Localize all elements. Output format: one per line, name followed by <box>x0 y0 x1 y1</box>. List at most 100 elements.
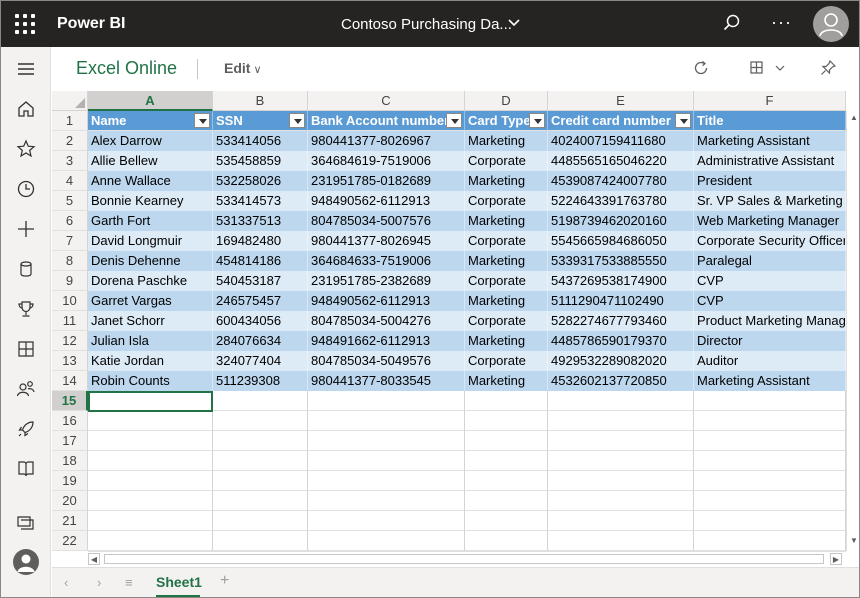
table-cell[interactable]: Denis Dehenne <box>88 251 213 271</box>
scroll-down-icon[interactable]: ▼ <box>849 536 859 546</box>
table-cell[interactable]: 364684633-7519006 <box>308 251 465 271</box>
row-header-21[interactable]: 21 <box>52 511 88 531</box>
empty-cell[interactable] <box>694 431 846 451</box>
empty-cell[interactable] <box>308 531 465 551</box>
table-cell[interactable]: Corporate <box>465 311 548 331</box>
empty-cell[interactable] <box>88 531 213 551</box>
shared-with-me-icon[interactable] <box>14 377 38 401</box>
horizontal-scrollbar[interactable]: ◀ ▶ <box>88 551 846 565</box>
table-cell[interactable]: Julian Isla <box>88 331 213 351</box>
table-cell[interactable]: Marketing Assistant <box>694 131 846 151</box>
empty-cell[interactable] <box>88 471 213 491</box>
table-cell[interactable]: 284076634 <box>213 331 308 351</box>
filter-dropdown-icon[interactable] <box>194 113 210 128</box>
empty-cell[interactable] <box>308 431 465 451</box>
table-cell[interactable]: Garth Fort <box>88 211 213 231</box>
column-header-b[interactable]: B <box>213 91 308 111</box>
empty-cell[interactable] <box>213 491 308 511</box>
table-cell[interactable]: Bonnie Kearney <box>88 191 213 211</box>
table-cell[interactable]: Auditor <box>694 351 846 371</box>
filter-dropdown-icon[interactable] <box>446 113 462 128</box>
spreadsheet-grid[interactable]: A B C D E F 1 2 3 4 5 6 7 8 9 10 11 12 13 14 15 16 17 18 1… <box>52 91 859 551</box>
empty-cell[interactable] <box>694 411 846 431</box>
table-cell[interactable]: 5282274677793460 <box>548 311 694 331</box>
scroll-left-icon[interactable]: ◀ <box>88 553 100 565</box>
more-options-icon[interactable]: ··· <box>771 12 792 33</box>
table-cell[interactable]: 4539087424007780 <box>548 171 694 191</box>
table-cell[interactable]: 532258026 <box>213 171 308 191</box>
table-cell[interactable]: Director <box>694 331 846 351</box>
table-cell[interactable]: 511239308 <box>213 371 308 391</box>
goals-icon[interactable] <box>14 297 38 321</box>
menu-icon[interactable] <box>14 57 38 81</box>
table-cell[interactable]: 231951785-2382689 <box>308 271 465 291</box>
table-cell[interactable]: Sr. VP Sales & Marketing <box>694 191 846 211</box>
table-cell[interactable]: CVP <box>694 271 846 291</box>
table-cell[interactable]: 948490562-6112913 <box>308 291 465 311</box>
view-options-icon[interactable] <box>749 59 787 77</box>
table-cell[interactable]: 246575457 <box>213 291 308 311</box>
table-header-cell[interactable]: Credit card number <box>548 111 694 131</box>
empty-cell[interactable] <box>465 411 548 431</box>
filter-dropdown-icon[interactable] <box>289 113 305 128</box>
empty-cell[interactable] <box>465 471 548 491</box>
empty-cell[interactable] <box>213 531 308 551</box>
table-cell[interactable]: Janet Schorr <box>88 311 213 331</box>
empty-cell[interactable] <box>465 511 548 531</box>
table-cell[interactable]: President <box>694 171 846 191</box>
row-header-13[interactable]: 13 <box>52 351 88 371</box>
empty-cell[interactable] <box>548 531 694 551</box>
edit-button[interactable]: Edit ∨ <box>224 60 262 76</box>
table-cell[interactable]: Marketing <box>465 211 548 231</box>
table-cell[interactable]: Allie Bellew <box>88 151 213 171</box>
column-header-c[interactable]: C <box>308 91 465 111</box>
empty-cell[interactable] <box>465 431 548 451</box>
table-cell[interactable]: Garret Vargas <box>88 291 213 311</box>
row-header-9[interactable]: 9 <box>52 271 88 291</box>
row-header-11[interactable]: 11 <box>52 311 88 331</box>
row-header-10[interactable]: 10 <box>52 291 88 311</box>
empty-cell[interactable] <box>548 391 694 411</box>
row-header-15[interactable]: 15 <box>52 391 88 411</box>
empty-cell[interactable] <box>308 391 465 411</box>
table-cell[interactable]: 231951785-0182689 <box>308 171 465 191</box>
table-cell[interactable]: Marketing <box>465 331 548 351</box>
table-cell[interactable]: 535458859 <box>213 151 308 171</box>
table-cell[interactable]: 4024007159411680 <box>548 131 694 151</box>
table-cell[interactable]: 804785034-5007576 <box>308 211 465 231</box>
empty-cell[interactable] <box>213 471 308 491</box>
row-header-12[interactable]: 12 <box>52 331 88 351</box>
table-cell[interactable]: Corporate <box>465 151 548 171</box>
table-cell[interactable]: Marketing Assistant <box>694 371 846 391</box>
column-header-e[interactable]: E <box>548 91 694 111</box>
table-cell[interactable]: Marketing <box>465 371 548 391</box>
search-icon[interactable] <box>722 13 742 33</box>
table-cell[interactable]: 948490562-6112913 <box>308 191 465 211</box>
row-header-6[interactable]: 6 <box>52 211 88 231</box>
empty-cell[interactable] <box>694 471 846 491</box>
table-cell[interactable]: 531337513 <box>213 211 308 231</box>
empty-cell[interactable] <box>548 471 694 491</box>
home-icon[interactable] <box>14 97 38 121</box>
table-cell[interactable]: 980441377-8026967 <box>308 131 465 151</box>
table-header-cell[interactable]: SSN <box>213 111 308 131</box>
table-cell[interactable]: Administrative Assistant <box>694 151 846 171</box>
pin-icon[interactable] <box>819 59 837 77</box>
table-cell[interactable]: 5198739462020160 <box>548 211 694 231</box>
row-header-22[interactable]: 22 <box>52 531 88 551</box>
empty-cell[interactable] <box>694 491 846 511</box>
table-cell[interactable]: Alex Darrow <box>88 131 213 151</box>
table-cell[interactable]: Corporate <box>465 271 548 291</box>
row-header-18[interactable]: 18 <box>52 451 88 471</box>
table-cell[interactable]: Corporate <box>465 191 548 211</box>
table-cell[interactable]: Anne Wallace <box>88 171 213 191</box>
column-header-d[interactable]: D <box>465 91 548 111</box>
table-cell[interactable]: 540453187 <box>213 271 308 291</box>
avatar[interactable] <box>813 6 849 42</box>
select-all-corner[interactable] <box>52 91 88 111</box>
empty-cell[interactable] <box>694 451 846 471</box>
apps-icon[interactable] <box>14 337 38 361</box>
empty-cell[interactable] <box>88 411 213 431</box>
empty-cell[interactable] <box>88 511 213 531</box>
sheet-tab-sheet1[interactable]: Sheet1 <box>156 574 202 590</box>
